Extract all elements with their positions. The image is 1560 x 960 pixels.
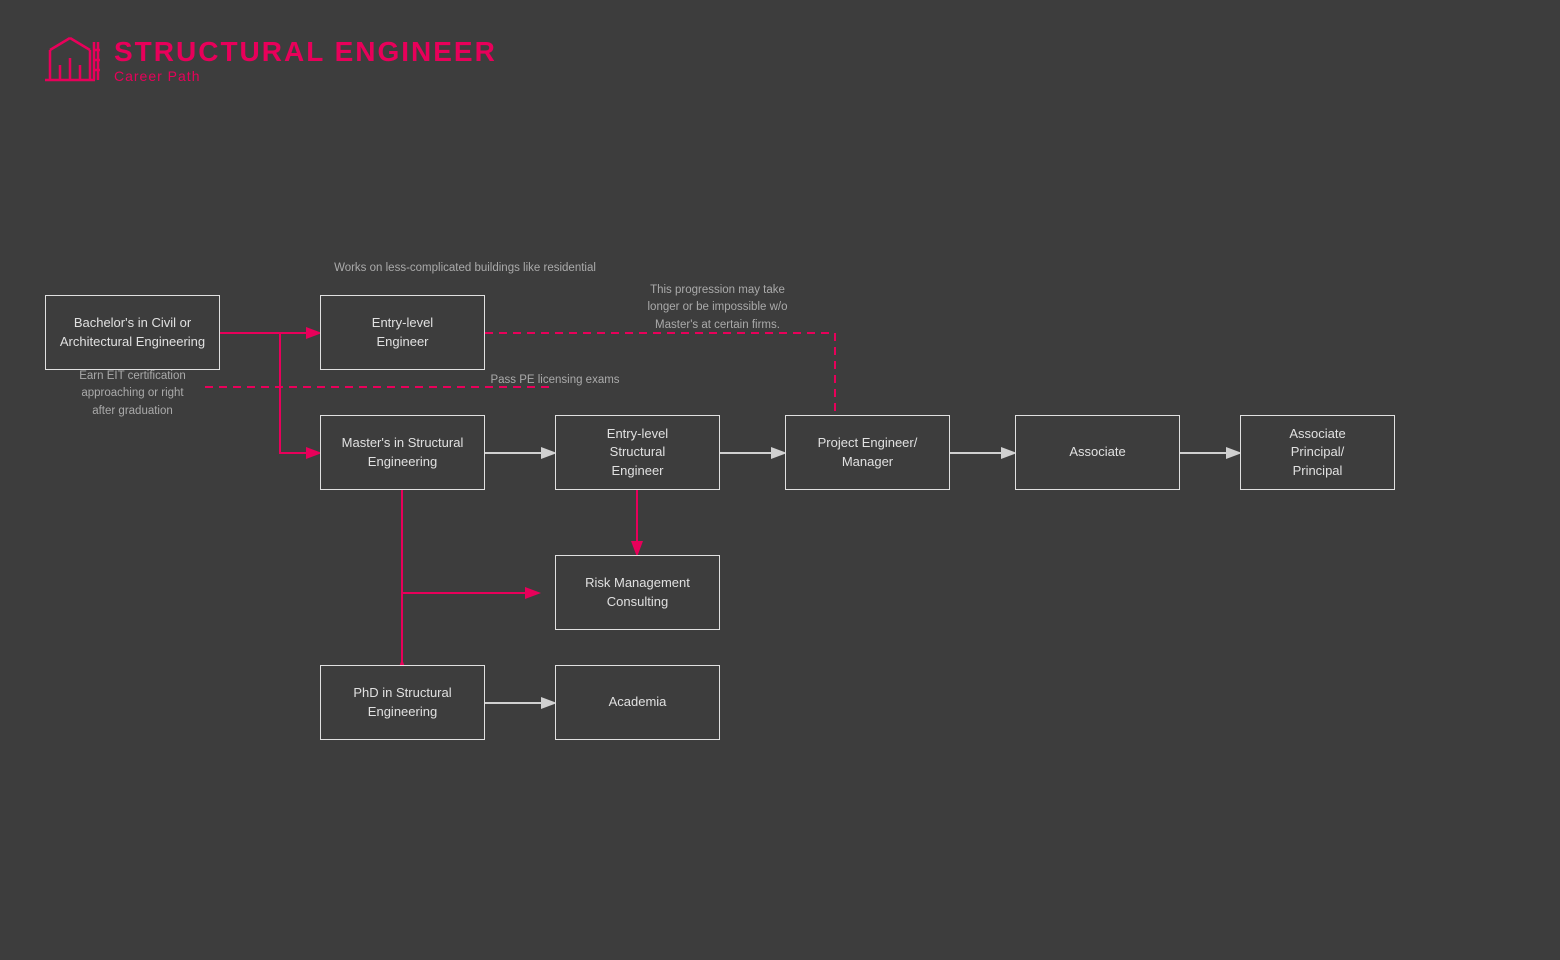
node-phd: PhD in Structural Engineering xyxy=(320,665,485,740)
annotation-progression-note: This progression may take longer or be i… xyxy=(600,282,835,334)
header: STRUCTURAL ENGINEER Career Path xyxy=(40,30,497,90)
node-bachelors: Bachelor's in Civil or Architectural Eng… xyxy=(45,295,220,370)
node-masters: Master's in Structural Engineering xyxy=(320,415,485,490)
node-risk-management: Risk Management Consulting xyxy=(555,555,720,630)
node-entry-level-engineer: Entry-level Engineer xyxy=(320,295,485,370)
node-project-engineer: Project Engineer/ Manager xyxy=(785,415,950,490)
header-subtitle: Career Path xyxy=(114,68,497,84)
node-entry-level-structural: Entry-level Structural Engineer xyxy=(555,415,720,490)
header-title: STRUCTURAL ENGINEER xyxy=(114,36,497,68)
annotation-pass-pe: Pass PE licensing exams xyxy=(455,372,655,389)
annotation-earn-eit: Earn EIT certification approaching or ri… xyxy=(45,368,220,420)
node-associate-principal: Associate Principal/ Principal xyxy=(1240,415,1395,490)
header-text-block: STRUCTURAL ENGINEER Career Path xyxy=(114,36,497,84)
annotation-works-on-buildings: Works on less-complicated buildings like… xyxy=(290,260,640,277)
node-academia: Academia xyxy=(555,665,720,740)
bridge-logo-icon xyxy=(40,30,100,90)
node-associate: Associate xyxy=(1015,415,1180,490)
